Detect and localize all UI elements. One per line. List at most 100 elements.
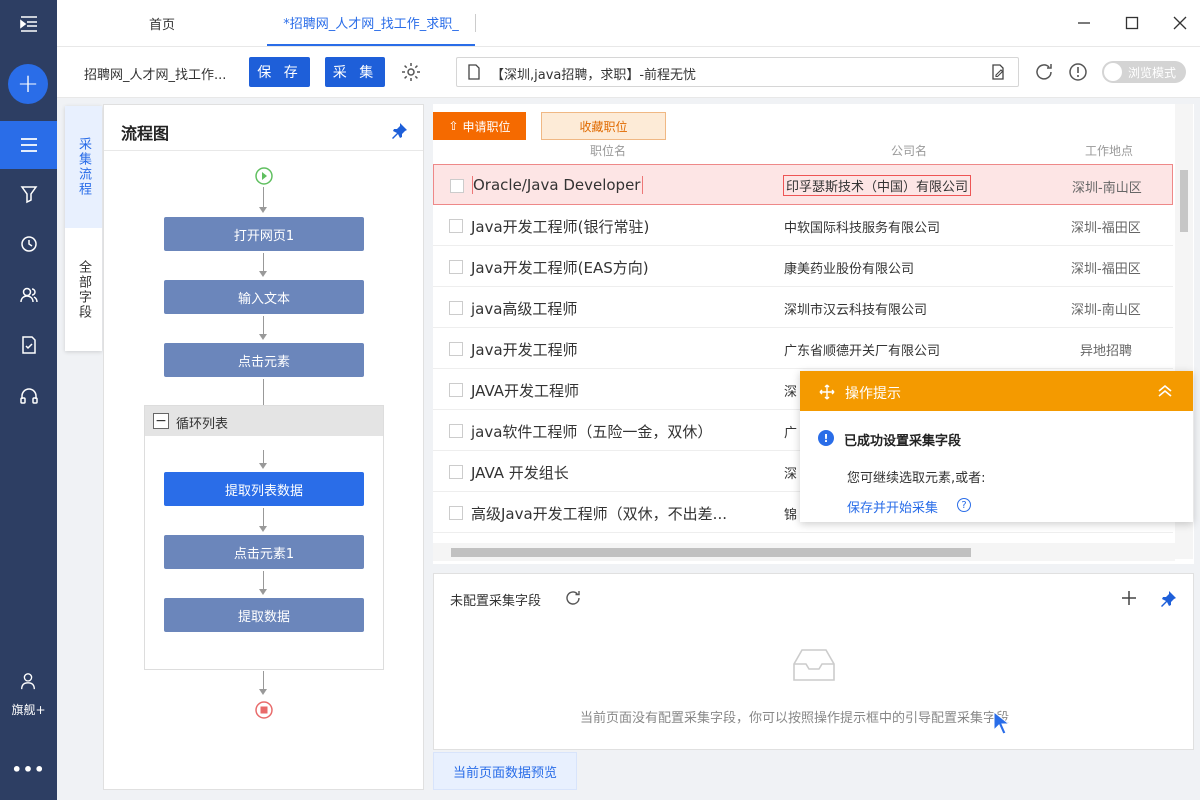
tab-home[interactable]: 首页 [87, 0, 237, 46]
company-name[interactable]: 深 [784, 463, 797, 482]
flow-line [263, 379, 264, 405]
left-nav: + 旗舰+ ••• [0, 0, 57, 800]
task-list-icon[interactable] [0, 121, 57, 169]
table-row[interactable]: Java开发工程师 广东省顺德开关厂有限公司 异地招聘 [433, 328, 1173, 369]
job-location[interactable]: 深圳-福田区 [1071, 217, 1141, 236]
gear-icon[interactable] [400, 61, 422, 83]
job-title[interactable]: JAVA 开发组长 [471, 462, 569, 483]
maximize-icon[interactable] [1119, 10, 1145, 36]
tab-process[interactable]: 采集流程 [65, 106, 102, 228]
job-location[interactable]: 深圳-南山区 [1071, 299, 1141, 318]
tab-divider [475, 14, 476, 32]
upload-icon: ⇧ [448, 119, 459, 133]
company-name[interactable]: 中软国际科技服务有限公司 [784, 217, 940, 236]
job-title[interactable]: JAVA开发工程师 [471, 380, 579, 401]
collapse-up-icon[interactable] [1157, 383, 1173, 399]
table-row[interactable]: Oracle/Java Developer 印孚瑟斯技术（中国）有限公司 深圳-… [433, 164, 1173, 205]
new-task-button[interactable]: + [8, 64, 48, 104]
job-title[interactable]: Java开发工程师 [471, 339, 578, 360]
row-checkbox[interactable] [449, 383, 463, 397]
job-title[interactable]: java软件工程师（五险一金，双休） [471, 421, 712, 442]
operation-tip-popup: 操作提示 ! 已成功设置采集字段 您可继续选取元素,或者: 保存并开始采集 ? [800, 371, 1193, 522]
job-location[interactable]: 深圳-南山区 [1072, 177, 1142, 196]
table-row[interactable]: Java开发工程师(EAS方向) 康美药业股份有限公司 深圳-福田区 [433, 246, 1173, 287]
menu-collapse-icon[interactable] [0, 0, 57, 48]
table-row[interactable]: Java开发工程师(银行常驻) 中软国际科技服务有限公司 深圳-福田区 [433, 205, 1173, 246]
table-row[interactable]: java高级工程师 深圳市汉云科技有限公司 深圳-南山区 [433, 287, 1173, 328]
page-icon [468, 64, 480, 80]
flow-arrow [259, 589, 267, 595]
company-name[interactable]: 深圳市汉云科技有限公司 [784, 299, 927, 318]
edit-url-icon[interactable] [990, 64, 1006, 80]
favorite-job-button[interactable]: 收藏职位 [541, 112, 666, 140]
info-icon[interactable] [1067, 61, 1089, 83]
tab-all-fields[interactable]: 全部字段 [65, 228, 102, 351]
history-icon[interactable] [0, 220, 57, 268]
help-icon[interactable]: ? [957, 498, 971, 512]
refresh-icon[interactable] [1033, 61, 1055, 83]
document-check-icon[interactable] [0, 321, 57, 369]
row-checkbox[interactable] [449, 465, 463, 479]
flow-line [263, 450, 264, 464]
close-icon[interactable] [1167, 10, 1193, 36]
job-location[interactable]: 异地招聘 [1080, 340, 1132, 359]
vertical-scroll-thumb[interactable] [1180, 170, 1188, 232]
row-checkbox[interactable] [449, 424, 463, 438]
tab-data-preview[interactable]: 当前页面数据预览 [433, 752, 577, 790]
flow-line [263, 187, 264, 207]
save-and-start-link[interactable]: 保存并开始采集 [847, 497, 938, 516]
col-header-job: 职位名 [590, 144, 627, 158]
task-name[interactable]: 招聘网_人才网_找工作... [84, 64, 226, 83]
more-icon[interactable]: ••• [0, 760, 57, 779]
tip-header[interactable]: 操作提示 [800, 371, 1193, 411]
move-icon[interactable] [819, 384, 835, 400]
row-checkbox[interactable] [449, 219, 463, 233]
refresh-fields-icon[interactable] [564, 589, 582, 607]
company-name[interactable]: 广 [784, 422, 797, 441]
company-name[interactable]: 锦 [784, 504, 797, 523]
horizontal-scroll-thumb[interactable] [451, 548, 971, 557]
row-checkbox[interactable] [450, 179, 464, 193]
job-title[interactable]: Java开发工程师(EAS方向) [471, 257, 649, 278]
minimize-icon[interactable] [1071, 10, 1097, 36]
row-checkbox[interactable] [449, 342, 463, 356]
company-name[interactable]: 深 [784, 381, 797, 400]
headset-icon[interactable] [0, 372, 57, 420]
flow-node-open-page[interactable]: 打开网页1 [164, 217, 364, 251]
job-title[interactable]: 高级Java开发工程师（双休，不出差... [471, 503, 727, 524]
users-icon[interactable] [0, 271, 57, 319]
flow-node-click-element[interactable]: 点击元素 [164, 343, 364, 377]
row-checkbox[interactable] [449, 301, 463, 315]
job-title[interactable]: Java开发工程师(银行常驻) [471, 216, 649, 237]
pin-icon[interactable] [1159, 590, 1177, 608]
filter-icon[interactable] [0, 170, 57, 218]
job-title[interactable]: Oracle/Java Developer [472, 176, 644, 194]
company-name[interactable]: 印孚瑟斯技术（中国）有限公司 [783, 175, 972, 196]
browse-mode-toggle[interactable]: 浏览模式 [1102, 61, 1186, 83]
loop-label: 循环列表 [176, 417, 229, 432]
end-icon [255, 701, 273, 719]
flow-node-input-text[interactable]: 输入文本 [164, 280, 364, 314]
flow-node-extract-data[interactable]: 提取数据 [164, 598, 364, 632]
row-checkbox[interactable] [449, 260, 463, 274]
save-button[interactable]: 保 存 [249, 57, 310, 87]
add-field-icon[interactable] [1120, 589, 1138, 607]
horizontal-scrollbar[interactable] [433, 543, 1175, 561]
job-title[interactable]: java高级工程师 [471, 298, 577, 319]
collect-button[interactable]: 采 集 [325, 57, 385, 87]
tab-active-task[interactable]: *招聘网_人才网_找工作_求职_ [267, 0, 475, 46]
url-bar[interactable]: 【深圳,java招聘，求职】-前程无忧 [456, 57, 1019, 87]
apply-job-button[interactable]: ⇧ 申请职位 [433, 112, 526, 140]
job-location[interactable]: 深圳-福田区 [1071, 258, 1141, 277]
pin-icon[interactable] [390, 122, 408, 140]
flow-node-extract-list[interactable]: 提取列表数据 [164, 472, 364, 506]
account-menu[interactable]: 旗舰+ [0, 668, 57, 724]
row-checkbox[interactable] [449, 506, 463, 520]
flow-line [263, 671, 264, 689]
company-name[interactable]: 康美药业股份有限公司 [784, 258, 914, 277]
collapse-loop-button[interactable]: − [153, 413, 169, 429]
info-icon: ! [818, 430, 834, 446]
tip-sub-message: 您可继续选取元素,或者: [847, 471, 986, 486]
flow-node-click-element-1[interactable]: 点击元素1 [164, 535, 364, 569]
company-name[interactable]: 广东省顺德开关厂有限公司 [784, 340, 940, 359]
